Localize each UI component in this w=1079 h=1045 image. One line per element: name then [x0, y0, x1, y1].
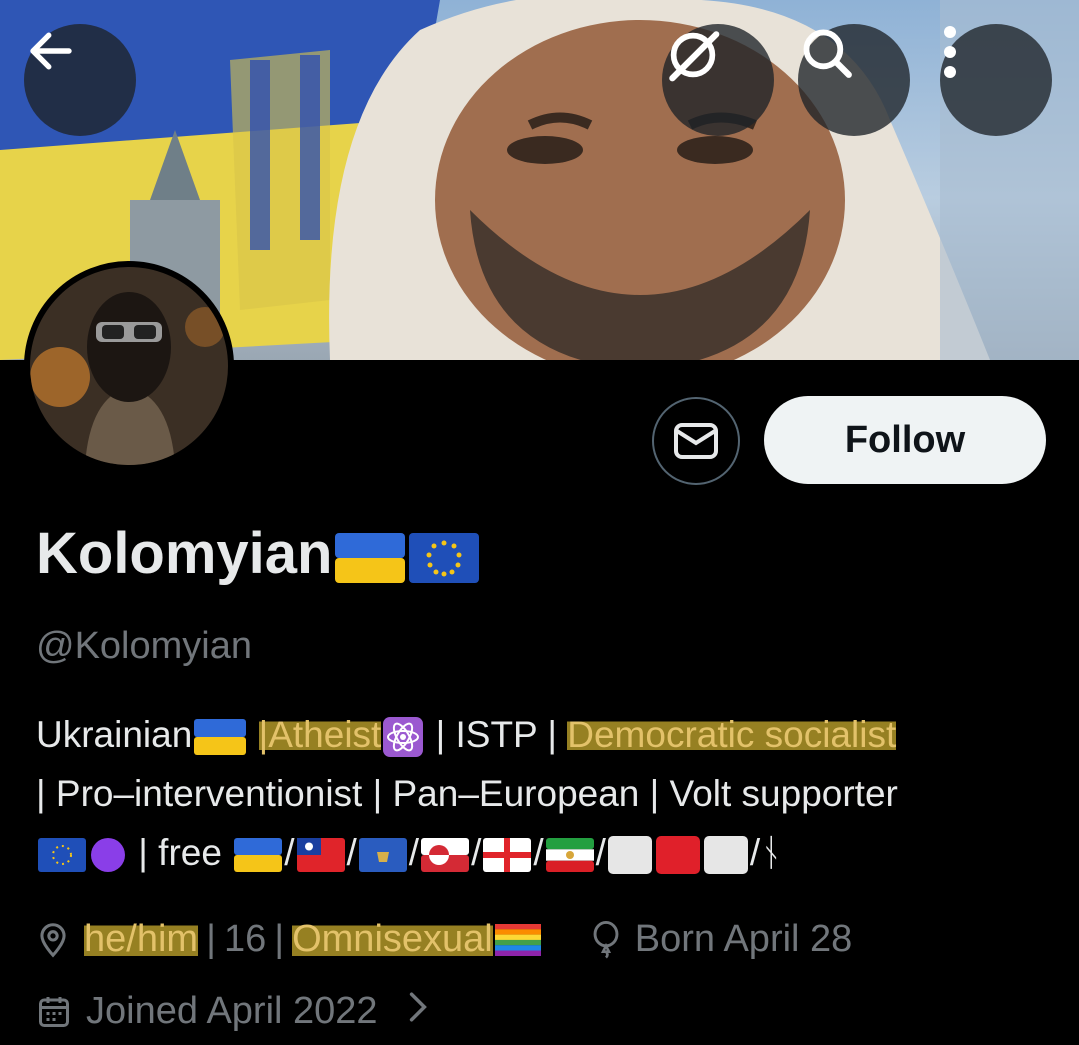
grok-icon [669, 31, 720, 82]
bio-free: | free [138, 832, 222, 873]
location-pin-icon [36, 922, 70, 958]
meta-age: 16 [223, 918, 267, 960]
grok-button[interactable] [662, 24, 774, 136]
meta-pronouns: he/him [84, 918, 199, 961]
handle: @Kolomyian [36, 625, 252, 667]
white-square-icon [607, 836, 652, 875]
bio: Ukrainian |Atheist | ISTP | Democratic s… [36, 705, 1046, 882]
avatar[interactable] [24, 261, 234, 471]
bio-nationality: Ukrainian [36, 714, 193, 755]
bio-slash: / [408, 832, 420, 873]
meta-orientation: Omnisexual [292, 918, 493, 961]
meta-pipe: | [274, 918, 285, 960]
eu-flag-icon [408, 532, 479, 583]
meta-pipe: | [206, 918, 216, 960]
rainbow-flag-icon [494, 923, 541, 956]
bio-slash: / [533, 832, 544, 873]
chevron-right-icon [408, 990, 428, 1033]
back-button[interactable] [24, 24, 136, 136]
bio-istp: | ISTP | [435, 714, 557, 755]
profile-meta-row: he/him | 16 | Omnisexual Born April 28 [36, 918, 852, 961]
eu-flag-icon [38, 838, 86, 873]
bio-pipe: | [258, 714, 269, 755]
greenland-flag-icon [421, 838, 470, 873]
bio-slash: / [284, 832, 295, 873]
kosovo-flag-icon [358, 838, 407, 873]
bio-rune: /ᚾ [749, 832, 783, 873]
search-icon [803, 29, 852, 78]
bio-slash: / [346, 832, 357, 873]
more-vertical-icon [944, 26, 956, 78]
bio-atheist: Atheist [268, 714, 382, 755]
meta-joined: Joined April 2022 [86, 990, 378, 1032]
iran-lion-sun-flag-icon [545, 838, 594, 873]
balloon-icon [591, 920, 621, 959]
joined-row[interactable]: Joined April 2022 [36, 990, 428, 1033]
atom-icon [383, 717, 424, 758]
envelope-icon [674, 423, 718, 459]
search-button[interactable] [798, 24, 910, 136]
bio-slash: / [595, 832, 606, 873]
white-square-icon [703, 836, 748, 875]
follow-button[interactable]: Follow [764, 396, 1046, 484]
arrow-left-icon [30, 32, 72, 70]
bio-line-1: Ukrainian |Atheist | ISTP | Democratic s… [36, 705, 1046, 764]
ukraine-flag-icon [334, 532, 405, 583]
purple-circle-icon [91, 838, 125, 873]
ukraine-flag-icon [194, 719, 247, 756]
bio-slash: / [471, 832, 482, 873]
message-button[interactable] [652, 397, 740, 485]
red-square-icon [655, 836, 700, 875]
more-button[interactable] [940, 24, 1052, 136]
calendar-icon [36, 994, 72, 1030]
meta-birthday: Born April 28 [634, 918, 853, 960]
display-name: Kolomyian [36, 520, 481, 587]
georgia-flag-icon [483, 838, 532, 873]
display-name-text: Kolomyian [36, 521, 333, 586]
ukraine-flag-icon [234, 838, 283, 873]
avatar-image [30, 267, 228, 465]
taiwan-flag-icon [296, 838, 345, 873]
bio-democratic-socialist: Democratic socialist [567, 714, 897, 755]
bio-line-3: | free / / / / / / /ᚾ [36, 823, 1046, 882]
bio-line-2: | Pro–interventionist | Pan–European | V… [36, 773, 898, 814]
